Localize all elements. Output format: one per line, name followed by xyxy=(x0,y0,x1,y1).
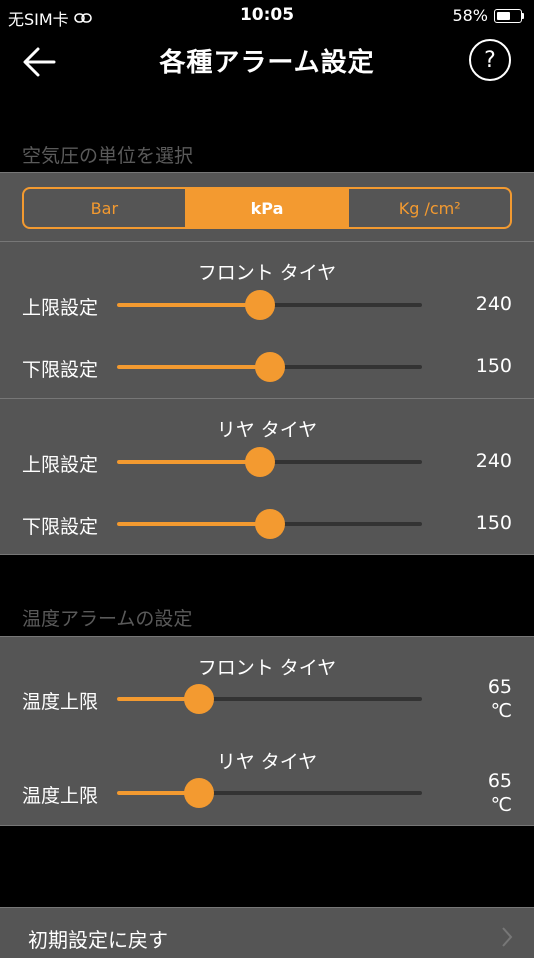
rear-lower-label: 下限設定 xyxy=(22,516,99,538)
slider-thumb[interactable] xyxy=(245,447,276,477)
unit-selector-panel: Bar kPa Kg /cm² xyxy=(0,172,534,242)
front-lower-value: 150 xyxy=(475,355,512,377)
rear-temp-slider[interactable] xyxy=(117,778,422,808)
slider-thumb[interactable] xyxy=(184,778,215,808)
pressure-settings-panel: フロント タイヤ 上限設定 240 下限設定 150 リヤ タイヤ 上限設定 2… xyxy=(0,242,534,555)
slider-fill xyxy=(117,522,270,526)
rear-temp-label: 温度上限 xyxy=(22,785,99,807)
group-divider xyxy=(0,398,534,399)
front-upper-value: 240 xyxy=(475,293,512,315)
rear-tire-title: リヤ タイヤ xyxy=(216,419,318,441)
front-lower-slider[interactable] xyxy=(117,352,422,382)
chevron-right-icon xyxy=(502,927,513,947)
rear-temp-number: 65 xyxy=(487,770,512,792)
rear-lower-value: 150 xyxy=(475,512,512,534)
battery-percent: 58% xyxy=(452,6,488,25)
front-temp-unit: ℃ xyxy=(490,700,512,722)
page-title: 各種アラーム設定 xyxy=(159,48,375,78)
temperature-section-header: 温度アラームの設定 xyxy=(22,608,193,630)
front-temp-label: 温度上限 xyxy=(22,691,99,713)
front-lower-label: 下限設定 xyxy=(22,359,99,381)
slider-fill xyxy=(117,460,261,464)
slider-thumb[interactable] xyxy=(245,290,276,320)
rear-upper-label: 上限設定 xyxy=(22,454,99,476)
front-upper-slider[interactable] xyxy=(117,290,422,320)
unit-option-kgcm2[interactable]: Kg /cm² xyxy=(347,189,510,227)
rear-upper-slider[interactable] xyxy=(117,447,422,477)
rear-upper-value: 240 xyxy=(475,450,512,472)
battery-indicator: 58% xyxy=(452,6,524,25)
front-temp-number: 65 xyxy=(487,676,512,698)
front-upper-label: 上限設定 xyxy=(22,297,99,319)
pressure-section-header: 空気圧の単位を選択 xyxy=(22,145,194,167)
reset-defaults-row[interactable]: 初期設定に戻す xyxy=(0,907,534,958)
temperature-settings-panel: フロント タイヤ 温度上限 65 ℃ リヤ タイヤ 温度上限 65 ℃ xyxy=(0,636,534,826)
rear-temp-unit: ℃ xyxy=(490,794,512,816)
unit-option-bar[interactable]: Bar xyxy=(24,189,185,227)
rear-lower-slider[interactable] xyxy=(117,509,422,539)
front-temp-value: 65 ℃ xyxy=(452,675,512,723)
front-tire-title: フロント タイヤ xyxy=(197,262,337,284)
slider-thumb[interactable] xyxy=(254,509,285,539)
help-button[interactable]: ? xyxy=(468,38,512,82)
slider-thumb[interactable] xyxy=(184,684,215,714)
reset-defaults-label: 初期設定に戻す xyxy=(28,928,168,952)
help-label: ? xyxy=(484,47,496,73)
slider-fill xyxy=(117,303,261,307)
rear-temp-value: 65 ℃ xyxy=(452,769,512,817)
battery-icon xyxy=(494,8,524,23)
nav-bar: 各種アラーム設定 ? xyxy=(0,34,534,90)
unit-segmented-control: Bar kPa Kg /cm² xyxy=(22,187,512,229)
slider-fill xyxy=(117,365,270,369)
unit-option-kpa[interactable]: kPa xyxy=(184,189,348,227)
slider-thumb[interactable] xyxy=(254,352,285,382)
status-bar: 无SIM卡 10:05 58% xyxy=(0,0,534,34)
front-temp-slider[interactable] xyxy=(117,684,422,714)
